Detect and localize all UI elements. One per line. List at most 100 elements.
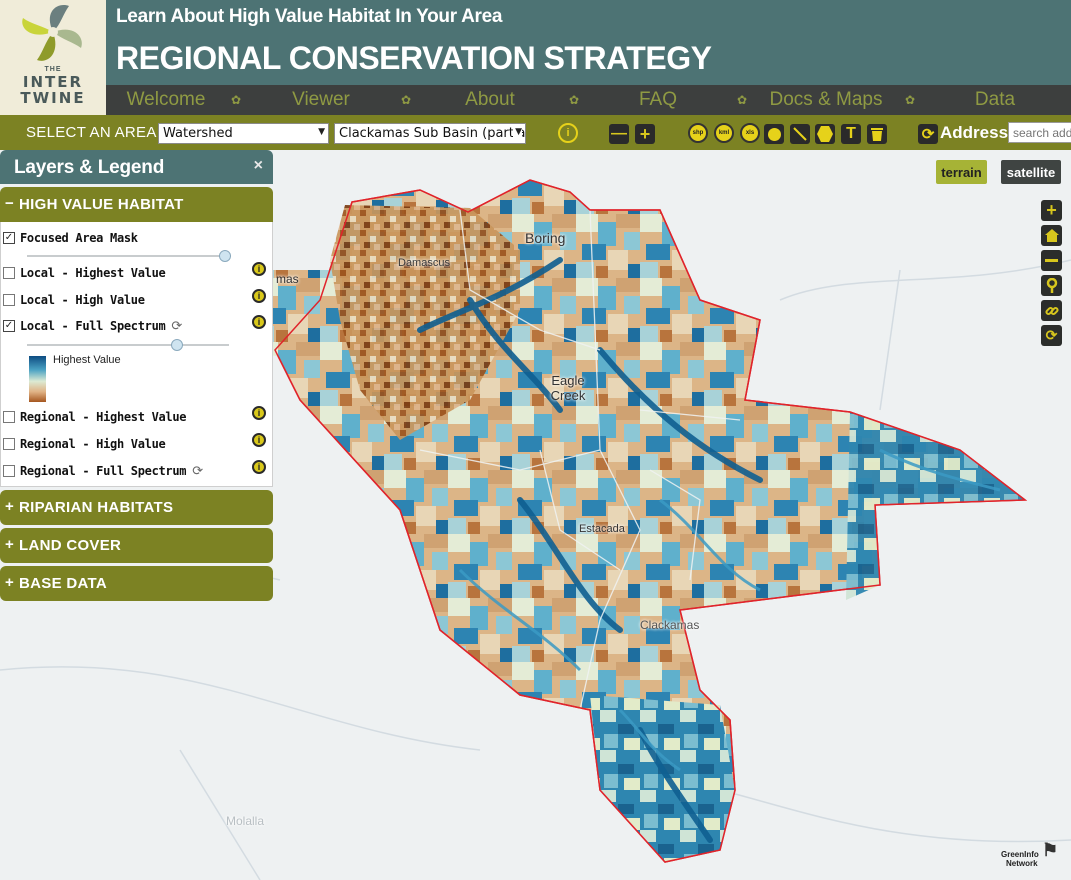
- shp-download-button[interactable]: shp: [688, 123, 708, 143]
- select-area-label: SELECT AN AREA:: [26, 124, 162, 141]
- layer-name: Regional - Full Spectrum: [20, 464, 187, 478]
- layer-focused-area-mask[interactable]: ✓ Focused Area Mask: [3, 230, 138, 246]
- nav-data[interactable]: Data: [920, 89, 1070, 111]
- layer-checkbox[interactable]: [3, 465, 15, 477]
- dropdown-arrow-icon: ▼: [318, 127, 325, 137]
- map-zoom-out-button[interactable]: [1041, 250, 1062, 271]
- nav-faq[interactable]: FAQ: [584, 89, 732, 111]
- layer-name: Regional - High Value: [20, 437, 166, 451]
- layer-name: Local - Full Spectrum: [20, 319, 166, 333]
- line-draw-button[interactable]: [790, 124, 810, 144]
- section-base-data[interactable]: + BASE DATA: [0, 566, 273, 601]
- map-label-estacada: Estacada: [579, 523, 625, 535]
- intertwine-logo[interactable]: THE INTER TWINE: [0, 0, 106, 115]
- zoom-out-button[interactable]: —: [609, 124, 629, 144]
- address-search-input[interactable]: [1008, 122, 1071, 143]
- mask-opacity-slider[interactable]: [27, 250, 231, 262]
- slider-handle[interactable]: [219, 250, 231, 262]
- home-icon: [1044, 229, 1059, 242]
- map-link-button[interactable]: [1041, 300, 1062, 321]
- close-icon[interactable]: ×: [254, 157, 263, 175]
- layer-checkbox[interactable]: [3, 267, 15, 279]
- layer-checkbox[interactable]: ✓: [3, 320, 15, 332]
- refresh-icon: ⟳: [1045, 327, 1058, 343]
- info-icon[interactable]: i: [252, 433, 266, 447]
- info-icon[interactable]: i: [252, 289, 266, 303]
- info-icon[interactable]: i: [252, 315, 266, 329]
- expand-icon: +: [5, 574, 14, 591]
- nav-separator-icon: ✿: [736, 93, 748, 107]
- section-land-cover[interactable]: + LAND COVER: [0, 528, 273, 563]
- xls-icon: xls: [745, 130, 755, 136]
- info-icon[interactable]: i: [252, 262, 266, 276]
- satellite-basemap-button[interactable]: satellite: [1001, 160, 1061, 184]
- expand-icon: +: [5, 536, 14, 553]
- layer-local-full-spectrum[interactable]: ✓ Local - Full Spectrum ⟳: [3, 318, 182, 334]
- area-value-text: Clackamas Sub Basin (partia: [339, 126, 526, 141]
- nav-viewer[interactable]: Viewer: [246, 89, 396, 111]
- refresh-icon[interactable]: ⟳: [192, 463, 203, 479]
- nav-docs-maps[interactable]: Docs & Maps: [752, 89, 900, 111]
- address-label: Address:: [940, 123, 1014, 142]
- nav-separator-icon: ✿: [230, 93, 242, 107]
- section-high-value-habitat[interactable]: − HIGH VALUE HABITAT: [0, 187, 273, 222]
- section-label: BASE DATA: [19, 575, 107, 592]
- slider-handle[interactable]: [171, 339, 183, 351]
- layer-checkbox[interactable]: [3, 411, 15, 423]
- high-value-habitat-layers: ✓ Focused Area Mask Local - Highest Valu…: [0, 222, 273, 487]
- layer-name: Local - High Value: [20, 293, 145, 307]
- map-refresh-button[interactable]: ⟳: [1041, 325, 1062, 346]
- info-icon[interactable]: i: [252, 406, 266, 420]
- refresh-icon[interactable]: ⟳: [171, 318, 182, 334]
- logo-text-twine: TWINE: [20, 89, 86, 107]
- zoom-in-button[interactable]: +: [635, 124, 655, 144]
- layer-checkbox[interactable]: ✓: [3, 232, 15, 244]
- text-tool-button[interactable]: T: [841, 124, 861, 144]
- info-icon[interactable]: i: [558, 123, 578, 143]
- area-value-select[interactable]: Clackamas Sub Basin (partia ▼: [334, 123, 526, 144]
- layer-checkbox[interactable]: [3, 438, 15, 450]
- kml-download-button[interactable]: kml: [714, 123, 734, 143]
- greeninfo-credit[interactable]: GreenInfo Network ⚑: [1001, 841, 1058, 868]
- nav-welcome[interactable]: Welcome: [106, 89, 226, 111]
- terrain-basemap-button[interactable]: terrain: [936, 160, 987, 184]
- section-label: LAND COVER: [19, 537, 122, 554]
- reset-button[interactable]: ⟳: [918, 124, 938, 144]
- map-label-molalla: Molalla: [226, 814, 265, 828]
- map-locate-button[interactable]: [1041, 275, 1062, 296]
- layer-checkbox[interactable]: [3, 294, 15, 306]
- nav-separator-icon: ✿: [568, 93, 580, 107]
- circle-draw-button[interactable]: [764, 124, 784, 144]
- layer-name: Regional - Highest Value: [20, 410, 187, 424]
- greeninfo-logo-icon: ⚑: [1042, 840, 1059, 860]
- credit-line-2: Network: [1006, 859, 1038, 868]
- polygon-draw-button[interactable]: [815, 124, 835, 144]
- clear-button[interactable]: [867, 124, 887, 144]
- layer-name: Focused Area Mask: [20, 231, 138, 245]
- layer-local-highest-value[interactable]: Local - Highest Value: [3, 265, 166, 281]
- layer-name: Local - Highest Value: [20, 266, 166, 280]
- section-riparian-habitats[interactable]: + RIPARIAN HABITATS: [0, 490, 273, 525]
- full-spectrum-opacity-slider[interactable]: [27, 339, 229, 351]
- line-draw-icon: [793, 127, 807, 141]
- zoom-out-icon: [1045, 259, 1058, 262]
- map-home-button[interactable]: [1041, 225, 1062, 246]
- logo-text-the: THE: [44, 66, 62, 73]
- link-icon: [1044, 306, 1059, 315]
- layer-regional-highest-value[interactable]: Regional - Highest Value: [3, 409, 187, 425]
- nav-about[interactable]: About: [416, 89, 564, 111]
- area-type-select[interactable]: Watershed ▼: [158, 123, 329, 144]
- legend-color-ramp: [29, 356, 46, 402]
- section-label: HIGH VALUE HABITAT: [19, 196, 184, 213]
- map-zoom-in-button[interactable]: +: [1041, 200, 1062, 221]
- polygon-draw-icon: [817, 126, 833, 142]
- circle-draw-icon: [767, 127, 781, 141]
- layer-local-high-value[interactable]: Local - High Value: [3, 292, 145, 308]
- area-type-value: Watershed: [163, 126, 233, 141]
- site-subtitle: Learn About High Value Habitat In Your A…: [116, 6, 503, 27]
- layer-regional-full-spectrum[interactable]: Regional - Full Spectrum ⟳: [3, 463, 203, 479]
- layer-regional-high-value[interactable]: Regional - High Value: [3, 436, 166, 452]
- xls-download-button[interactable]: xls: [740, 123, 760, 143]
- panel-title: Layers & Legend: [14, 157, 165, 178]
- info-icon[interactable]: i: [252, 460, 266, 474]
